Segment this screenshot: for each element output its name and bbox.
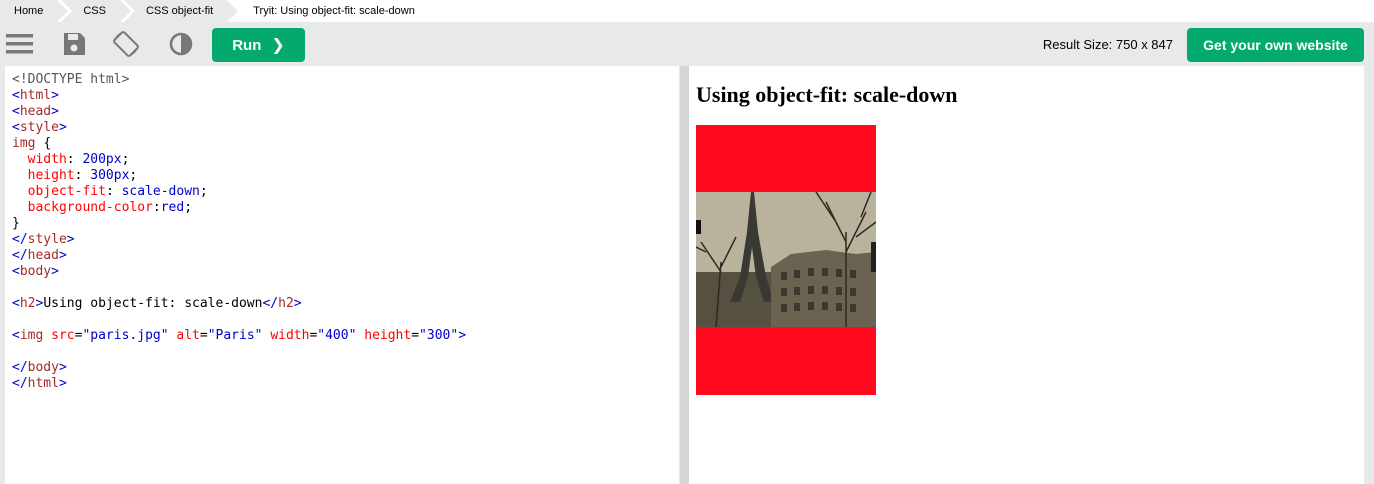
breadcrumb: Home CSS CSS object-fit Tryit: Using obj… xyxy=(0,0,1374,22)
get-your-own-website-button[interactable]: Get your own website xyxy=(1187,28,1364,62)
code-editor[interactable]: <!DOCTYPE html> <html> <head> <style> im… xyxy=(5,66,679,484)
scrollbar[interactable] xyxy=(1364,66,1374,484)
breadcrumb-current: Tryit: Using object-fit: scale-down xyxy=(253,5,415,17)
toolbar: Run ❯ Result Size: 750 x 847 Get your ow… xyxy=(0,22,1374,66)
breadcrumb-home[interactable]: Home xyxy=(0,0,73,22)
rotate-icon[interactable] xyxy=(112,30,140,58)
code-text[interactable]: <!DOCTYPE html> <html> <head> <style> im… xyxy=(5,66,679,392)
contrast-icon[interactable] xyxy=(167,30,195,58)
result-size: Result Size: 750 x 847 xyxy=(1042,37,1173,52)
pane-divider[interactable] xyxy=(680,66,689,484)
result-pane: Using object-fit: scale-down xyxy=(689,66,1364,484)
run-label: Run xyxy=(232,36,262,54)
result-heading: Using object-fit: scale-down xyxy=(696,82,958,107)
run-button[interactable]: Run ❯ xyxy=(212,28,305,62)
breadcrumb-css-object-fit[interactable]: CSS object-fit xyxy=(123,0,243,22)
menu-icon[interactable] xyxy=(6,30,34,58)
paris-image xyxy=(696,125,876,395)
paris-photo xyxy=(696,192,876,327)
chevron-right-icon: ❯ xyxy=(271,37,285,54)
save-icon[interactable] xyxy=(60,30,88,58)
